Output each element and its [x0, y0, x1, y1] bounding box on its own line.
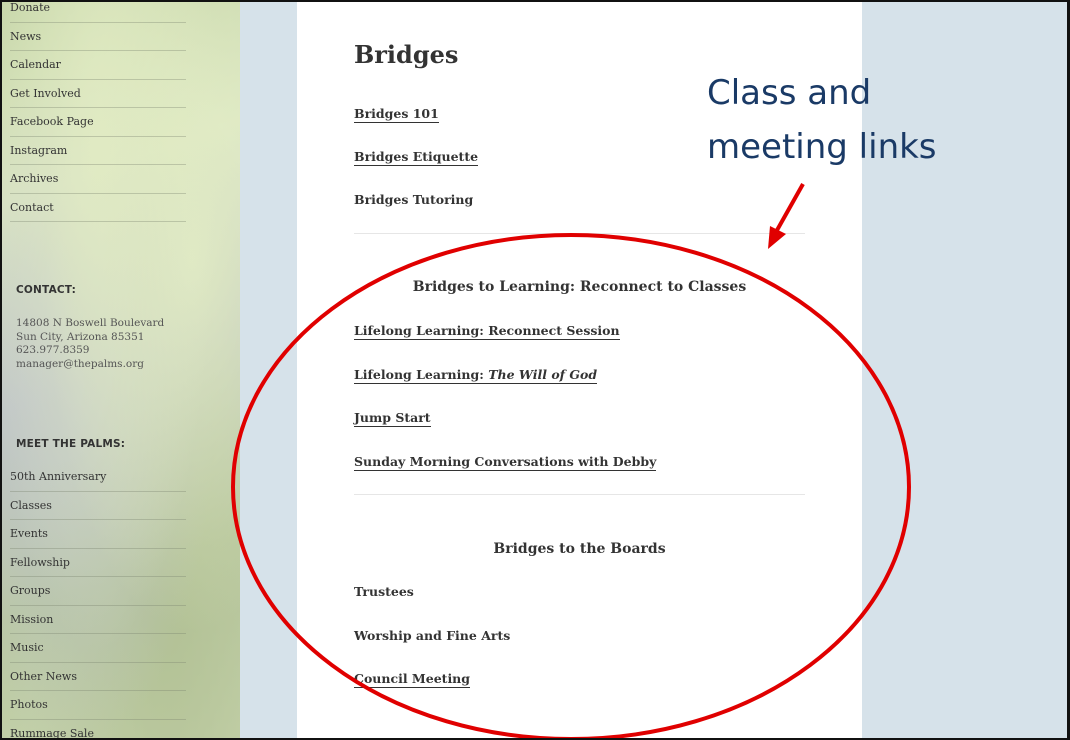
sidebar-nav-meet: 50th Anniversary Classes Events Fellowsh…	[10, 463, 186, 740]
contact-widget-title: CONTACT:	[16, 284, 76, 296]
link-jump-start[interactable]: Jump Start	[354, 410, 431, 427]
nav-item-calendar[interactable]: Calendar	[10, 51, 186, 80]
divider	[354, 233, 805, 234]
contact-phone[interactable]: 623.977.8359	[16, 344, 164, 358]
nav-item-archives[interactable]: Archives	[10, 165, 186, 194]
nav-item-fellowship[interactable]: Fellowship	[10, 549, 186, 577]
nav-item-photos[interactable]: Photos	[10, 691, 186, 720]
nav-item-groups[interactable]: Groups	[10, 577, 186, 606]
page-title: Bridges	[354, 40, 459, 69]
annotation-line-2: meeting links	[707, 127, 937, 167]
trustees-label: Trustees	[354, 584, 414, 599]
link-will-title: The Will of God	[488, 367, 598, 382]
nav-item-events[interactable]: Events	[10, 520, 186, 549]
boards-section-heading: Bridges to the Boards	[493, 541, 666, 557]
learning-section-heading: Bridges to Learning: Reconnect to Classe…	[412, 279, 747, 295]
nav-item-mission[interactable]: Mission	[10, 606, 186, 634]
nav-item-contact[interactable]: Contact	[10, 194, 186, 222]
divider	[354, 494, 805, 495]
nav-item-other-news[interactable]: Other News	[10, 663, 186, 691]
worship-label: Worship and Fine Arts	[354, 628, 511, 643]
contact-address: 14808 N Boswell Boulevard	[16, 317, 165, 329]
annotation-line-1: Class and	[707, 73, 872, 113]
link-bridges-101[interactable]: Bridges 101	[354, 106, 439, 123]
nav-item-facebook[interactable]: Facebook Page	[10, 108, 186, 137]
link-council-meeting[interactable]: Council Meeting	[354, 671, 471, 688]
sidebar-nav-top: Donate News Calendar Get Involved Facebo…	[10, 0, 186, 222]
annotation-callout: Class and meeting links	[707, 66, 937, 174]
nav-item-rummage-sale[interactable]: Rummage Sale	[10, 720, 186, 740]
link-will-prefix: Lifelong Learning:	[354, 367, 489, 382]
link-sunday-conversations[interactable]: Sunday Morning Conversations with Debby	[354, 454, 657, 471]
nav-item-instagram[interactable]: Instagram	[10, 137, 186, 165]
nav-item-get-involved[interactable]: Get Involved	[10, 80, 186, 108]
nav-item-classes[interactable]: Classes	[10, 492, 186, 520]
nav-item-donate[interactable]: Donate	[10, 0, 186, 23]
link-bridges-etiquette[interactable]: Bridges Etiquette	[354, 149, 479, 166]
contact-city: Sun City, Arizona 85351	[16, 330, 145, 343]
bridges-tutoring-label: Bridges Tutoring	[354, 192, 474, 207]
sidebar: Donate News Calendar Get Involved Facebo…	[2, 0, 240, 740]
contact-info: 14808 N Boswell Boulevard Sun City, Ariz…	[16, 317, 164, 371]
link-reconnect-session[interactable]: Lifelong Learning: Reconnect Session	[354, 323, 620, 340]
contact-email[interactable]: manager@thepalms.org	[16, 358, 164, 372]
meet-widget-title: MEET THE PALMS:	[16, 438, 126, 450]
nav-item-news[interactable]: News	[10, 23, 186, 51]
nav-item-50th[interactable]: 50th Anniversary	[10, 463, 186, 492]
nav-item-music[interactable]: Music	[10, 634, 186, 663]
link-will-of-god[interactable]: Lifelong Learning: The Will of God	[354, 367, 598, 384]
